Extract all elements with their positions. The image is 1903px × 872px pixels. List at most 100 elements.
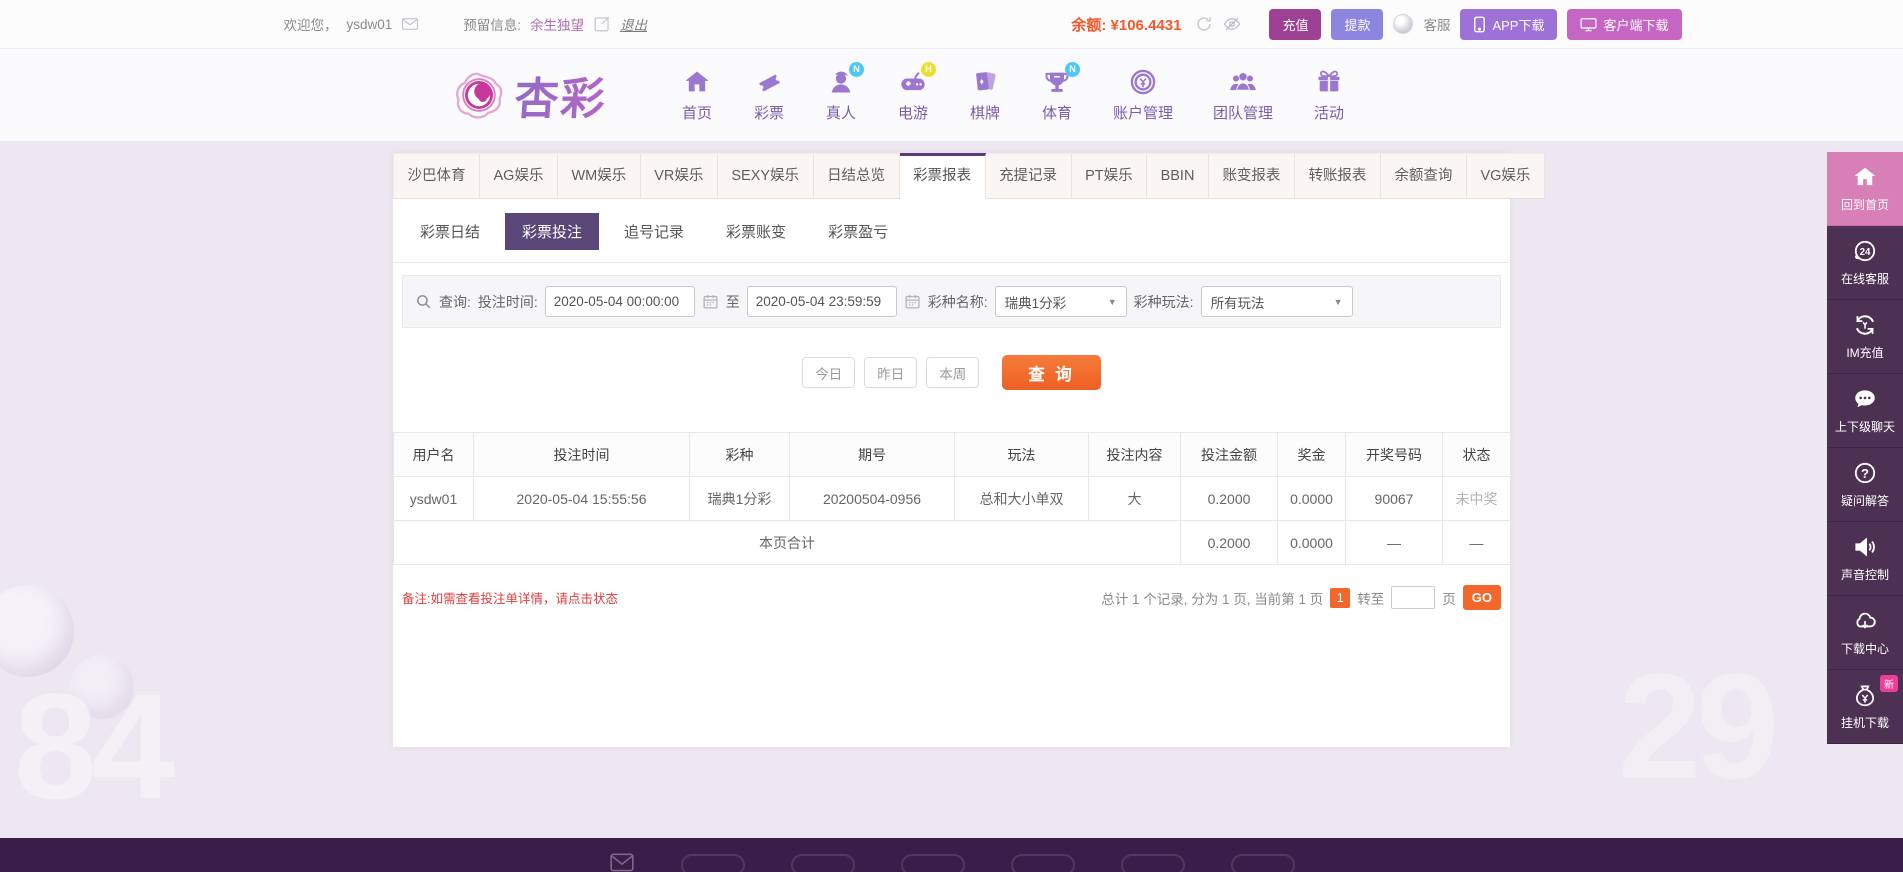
footer-mail-icon xyxy=(609,853,634,872)
summary-bet-amount: 0.2000 xyxy=(1180,520,1278,565)
nav-item-team[interactable]: 团队管理 xyxy=(1193,68,1293,123)
col-status: 状态 xyxy=(1442,432,1511,477)
bottom-row: 备注:如需查看投注单详情，请点击状态 总计 1 个记录, 分为 1 页, 当前第… xyxy=(402,585,1501,610)
sidebar-item-sound[interactable]: 声音控制 xyxy=(1827,522,1903,596)
lottery-name-select[interactable]: 瑞典1分彩 ▼ xyxy=(994,286,1127,317)
calendar-icon[interactable] xyxy=(702,293,719,310)
logo-flower-icon xyxy=(455,72,503,119)
cell-play: 总和大小单双 xyxy=(954,476,1089,521)
tab-deposit-withdraw-record[interactable]: 充提记录 xyxy=(985,153,1072,199)
yesterday-button[interactable]: 昨日 xyxy=(864,357,918,388)
svg-text:?: ? xyxy=(1861,466,1869,481)
sidebar-item-faq[interactable]: ? 疑问解答 xyxy=(1827,448,1903,522)
col-bonus: 奖金 xyxy=(1277,432,1346,477)
summary-bonus: 0.0000 xyxy=(1277,520,1346,565)
subtab-lottery-bets[interactable]: 彩票投注 xyxy=(505,213,600,250)
sidebar-item-hangup-download[interactable]: 新 挂机下载 xyxy=(1827,670,1903,744)
bet-time-to-input[interactable] xyxy=(746,286,897,317)
page-number-badge[interactable]: 1 xyxy=(1330,587,1351,608)
search-icon xyxy=(417,295,431,309)
search-button[interactable]: 查 询 xyxy=(1002,355,1101,390)
tab-lottery-report[interactable]: 彩票报表 xyxy=(899,153,986,199)
sidebar-item-im-recharge[interactable]: IM充值 xyxy=(1827,300,1903,374)
svg-text:24: 24 xyxy=(1860,247,1871,258)
trophy-icon: N xyxy=(1043,61,1080,96)
nav-item-lottery[interactable]: 彩票 xyxy=(733,68,805,123)
gamepad-icon: H xyxy=(899,61,936,96)
tab-daily-summary[interactable]: 日结总览 xyxy=(813,153,900,199)
cell-draw-number: 90067 xyxy=(1345,476,1443,521)
subtab-chase-record[interactable]: 追号记录 xyxy=(607,213,701,250)
bet-time-from-input[interactable] xyxy=(544,286,695,317)
home-icon xyxy=(1854,167,1876,186)
footer-partner-logo xyxy=(680,854,745,872)
team-icon xyxy=(1229,68,1257,96)
tab-account-change-report[interactable]: 账变报表 xyxy=(1208,153,1295,199)
this-week-button[interactable]: 本周 xyxy=(926,357,980,388)
reserved-info-value[interactable]: 余生独望 xyxy=(530,14,584,34)
topbar: 欢迎您， ysdw01 预留信息: 余生独望 退出 余额: ¥106.4431 … xyxy=(0,0,1903,49)
filter-lottery-label: 彩种名称: xyxy=(927,293,988,310)
app-download-button[interactable]: APP下载 xyxy=(1460,8,1558,40)
bg-number-decoration: 84 xyxy=(14,662,175,830)
tab-vg[interactable]: VG娱乐 xyxy=(1466,153,1545,199)
logout-link[interactable]: 退出 xyxy=(620,14,647,34)
col-bet-amount: 投注金额 xyxy=(1180,432,1278,477)
subtab-lottery-profit-loss[interactable]: 彩票盈亏 xyxy=(811,213,905,250)
cell-status[interactable]: 未中奖 xyxy=(1442,476,1511,521)
tab-wm[interactable]: WM娱乐 xyxy=(557,153,641,199)
quick-filter-row: 今日 昨日 本周 查 询 xyxy=(393,355,1510,390)
nav-item-account[interactable]: 账户管理 xyxy=(1093,68,1193,123)
site-logo[interactable]: 杏彩 xyxy=(451,63,609,127)
play-type-select[interactable]: 所有玩法 ▼ xyxy=(1200,286,1353,317)
edit-icon[interactable] xyxy=(593,15,611,33)
im-recharge-icon xyxy=(1855,315,1875,335)
service-ball-icon[interactable] xyxy=(1393,14,1414,34)
sidebar-item-online-service[interactable]: 24 在线客服 xyxy=(1827,226,1903,300)
nav-item-egames[interactable]: H 电游 xyxy=(877,61,949,123)
client-download-button[interactable]: 客户端下载 xyxy=(1567,8,1682,40)
nav-item-promotions[interactable]: 活动 xyxy=(1293,68,1365,123)
bet-records-table: 用户名 投注时间 彩种 期号 玩法 投注内容 投注金额 奖金 开奖号码 状态 y… xyxy=(393,432,1511,565)
today-button[interactable]: 今日 xyxy=(802,357,856,388)
calendar-icon[interactable] xyxy=(904,293,921,310)
tab-sexy[interactable]: SEXY娱乐 xyxy=(717,153,814,199)
sidebar-item-download-center[interactable]: 下载中心 xyxy=(1827,596,1903,670)
logo-text: 杏彩 xyxy=(513,63,609,127)
tab-transfer-report[interactable]: 转账报表 xyxy=(1294,153,1381,199)
nav-item-home[interactable]: 首页 xyxy=(661,68,733,123)
tab-balance-query[interactable]: 余额查询 xyxy=(1380,153,1467,199)
main-navigation: 杏彩 首页 彩票 N 真人 H 电游 棋牌 N 体育 账户管理 团队管理 活动 xyxy=(0,49,1903,141)
hide-balance-icon[interactable] xyxy=(1223,15,1241,33)
tab-shaba-sports[interactable]: 沙巴体育 xyxy=(393,153,480,199)
sidebar-item-chat[interactable]: 上下级聊天 xyxy=(1827,374,1903,448)
goto-page-input[interactable] xyxy=(1391,586,1436,609)
subtab-lottery-daily[interactable]: 彩票日结 xyxy=(403,213,497,250)
tab-vr[interactable]: VR娱乐 xyxy=(640,153,718,199)
col-play: 玩法 xyxy=(954,432,1089,477)
question-icon: ? xyxy=(1854,462,1876,484)
moneybag-icon xyxy=(1856,685,1874,707)
nav-item-live[interactable]: N 真人 xyxy=(805,61,877,123)
footer-partner-logo xyxy=(1230,854,1295,872)
subtab-lottery-account-change[interactable]: 彩票账变 xyxy=(709,213,803,250)
refresh-balance-icon[interactable] xyxy=(1195,15,1213,33)
username: ysdw01 xyxy=(346,16,393,32)
badge-h: H xyxy=(921,61,936,77)
pagination-info: 总计 1 个记录, 分为 1 页, 当前第 1 页 xyxy=(1101,591,1324,607)
recharge-button[interactable]: 充值 xyxy=(1269,8,1322,40)
main-menu: 首页 彩票 N 真人 H 电游 棋牌 N 体育 账户管理 团队管理 活动 xyxy=(661,61,1365,123)
mail-icon[interactable] xyxy=(401,15,419,33)
sidebar-item-back-home[interactable]: 回到首页 xyxy=(1827,152,1903,226)
col-bet-time: 投注时间 xyxy=(473,432,690,477)
page-suffix-label: 页 xyxy=(1442,591,1456,607)
nav-item-board-games[interactable]: 棋牌 xyxy=(949,68,1021,123)
go-button[interactable]: GO xyxy=(1462,585,1501,610)
withdraw-button[interactable]: 提款 xyxy=(1331,8,1384,40)
tab-bbin[interactable]: BBIN xyxy=(1147,153,1209,199)
tab-pt[interactable]: PT娱乐 xyxy=(1071,153,1148,199)
tab-ag[interactable]: AG娱乐 xyxy=(480,153,558,199)
footer-partner-logo xyxy=(790,854,855,872)
service-link[interactable]: 客服 xyxy=(1423,14,1450,34)
nav-item-sports[interactable]: N 体育 xyxy=(1021,61,1093,123)
